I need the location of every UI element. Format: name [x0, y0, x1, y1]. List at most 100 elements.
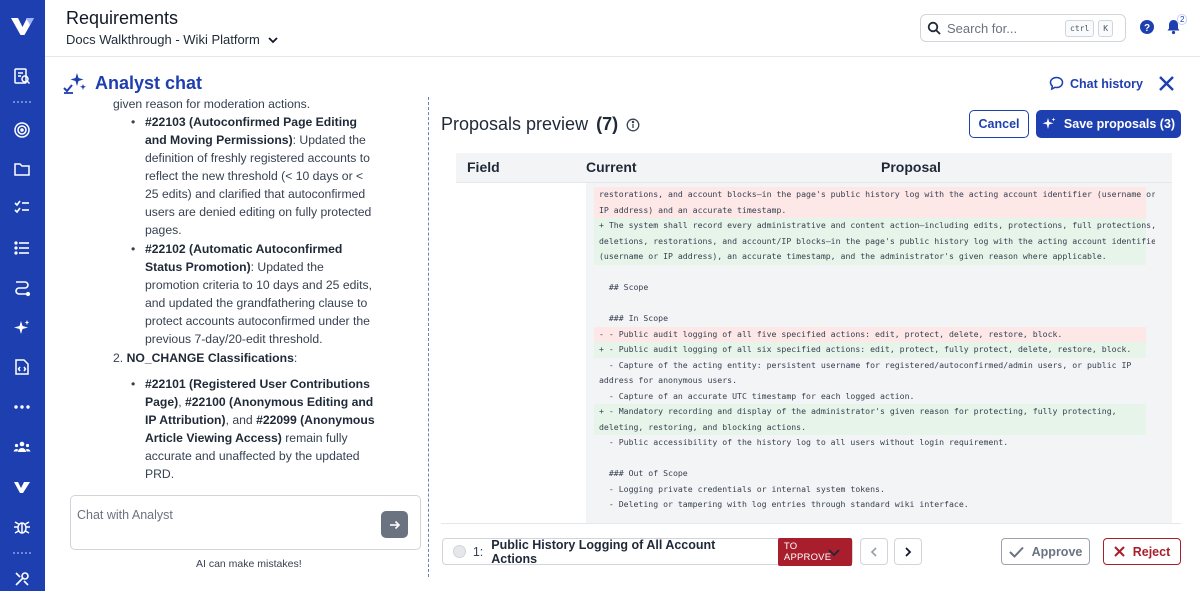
- breadcrumb: Docs Walkthrough - Wiki Platform: [66, 32, 260, 47]
- bullet: •: [131, 242, 136, 256]
- diff-line: - Deleting or tampering with log entries…: [599, 499, 969, 509]
- list-item: • #22101 (Registered User Contributions …: [131, 377, 375, 481]
- chevron-right-icon: [905, 546, 912, 557]
- next-proposal-button[interactable]: [894, 538, 922, 565]
- chat-history-label: Chat history: [1070, 76, 1143, 91]
- save-proposals-label: Save proposals (3): [1063, 117, 1176, 131]
- brand-logo-icon[interactable]: [9, 12, 36, 39]
- diff-line: - Capture of an accurate UTC timestamp f…: [599, 390, 915, 401]
- diff-line: - Logging private credentials or interna…: [599, 483, 885, 494]
- info-icon[interactable]: [626, 118, 640, 132]
- top-bar: Requirements Docs Walkthrough - Wiki Pla…: [45, 0, 1200, 57]
- brand-mark-icon[interactable]: [12, 477, 32, 497]
- notifications-button[interactable]: 2: [1165, 14, 1188, 40]
- target-icon[interactable]: [12, 120, 32, 140]
- more-icon[interactable]: [12, 397, 32, 417]
- chevron-down-icon[interactable]: [826, 544, 842, 560]
- bug-icon[interactable]: [12, 517, 32, 537]
- scrollbar[interactable]: [1155, 183, 1172, 523]
- table-header: Field Current Proposal: [456, 153, 1172, 183]
- message-line: given reason for moderation actions.: [113, 97, 311, 111]
- tools-icon[interactable]: [12, 569, 32, 589]
- analyst-sparkle-icon: [63, 73, 86, 94]
- column-header-proposal: Proposal: [881, 159, 941, 175]
- diff-line: address for anonymous users.: [599, 375, 738, 385]
- approve-button[interactable]: Approve: [1001, 538, 1090, 565]
- diff-line: ### In Scope: [599, 313, 669, 323]
- flow-icon[interactable]: [12, 278, 32, 298]
- list-item: • #22102 (Automatic Autoconfirmed Status…: [131, 242, 372, 346]
- check-icon: [1008, 546, 1024, 558]
- chat-input-placeholder: Chat with Analyst: [77, 508, 173, 522]
- sparkle-icon[interactable]: [12, 318, 32, 338]
- diff-line-added: + - Public audit logging of all six spec…: [594, 342, 1146, 358]
- ai-disclaimer: AI can make mistakes!: [196, 558, 302, 570]
- proposal-diff: restorations, and account blocks—in the …: [586, 183, 1156, 523]
- shortcut-k-key: K: [1098, 19, 1114, 37]
- diff-line-removed: restorations, and account blocks—in the …: [594, 187, 1156, 203]
- folder-icon[interactable]: [12, 159, 32, 179]
- list-icon[interactable]: [12, 238, 32, 258]
- search-box[interactable]: ctrl K: [920, 14, 1126, 42]
- chevron-down-icon: [268, 36, 278, 43]
- project-switcher[interactable]: Docs Walkthrough - Wiki Platform: [66, 32, 280, 47]
- status-dot: [453, 545, 466, 558]
- chat-message: given reason for moderation actions. • #…: [113, 95, 423, 487]
- table-divider: [441, 523, 1181, 524]
- proposal-name: Public History Logging of All Account Ac…: [491, 537, 716, 566]
- approve-label: Approve: [1031, 544, 1083, 559]
- diff-line-added: + The system shall record every administ…: [594, 218, 1156, 234]
- document-search-icon[interactable]: [12, 66, 32, 86]
- close-icon: [1114, 546, 1125, 557]
- bullet: •: [131, 377, 136, 391]
- shortcut-ctrl-key: ctrl: [1065, 19, 1095, 37]
- proposals-title: Proposals preview (7): [441, 114, 640, 135]
- column-header-current: Current: [586, 159, 637, 175]
- cancel-button[interactable]: Cancel: [969, 110, 1029, 138]
- left-rail: [0, 0, 45, 591]
- diff-line-added: + - Mandatory recording and display of t…: [594, 404, 1146, 420]
- list-item: • #22103 (Autoconfirmed Page Editing and…: [131, 115, 372, 237]
- chat-input[interactable]: Chat with Analyst: [70, 495, 421, 550]
- proposals-count: (7): [596, 114, 619, 134]
- list-heading: 2. NO_CHANGE Classifications:: [113, 351, 298, 365]
- chat-bubble-icon: [1049, 76, 1064, 91]
- svg-text:?: ?: [1144, 23, 1150, 34]
- diff-line-removed: IP address) and an accurate timestamp.: [594, 202, 1146, 218]
- notification-count-badge: 2: [1177, 14, 1188, 25]
- diff-line-added: deleting, restoring, and blocking action…: [594, 419, 1146, 435]
- diff-line-removed: - - Public audit logging of all five spe…: [594, 326, 1146, 342]
- diff-line-added: (username or IP address), an accurate ti…: [594, 249, 1146, 265]
- rail-divider-bottom: [13, 552, 31, 554]
- search-input[interactable]: [947, 20, 1065, 36]
- reject-button[interactable]: Reject: [1103, 538, 1181, 565]
- send-button[interactable]: [381, 511, 408, 538]
- panel-divider[interactable]: [428, 97, 429, 577]
- close-icon[interactable]: [1157, 74, 1176, 98]
- sparkle-icon: [1042, 117, 1056, 129]
- diff-line: ### Out of Scope: [599, 468, 688, 478]
- help-icon[interactable]: ?: [1139, 19, 1155, 40]
- diff-line: - Capture of the acting entity: persiste…: [599, 359, 1132, 370]
- team-icon[interactable]: [12, 437, 32, 457]
- search-icon: [927, 21, 941, 35]
- rail-divider: [13, 101, 31, 103]
- chat-history-button[interactable]: Chat history: [1049, 76, 1143, 91]
- diff-line-added: deletions, restorations, and account/IP …: [594, 233, 1156, 249]
- file-code-icon[interactable]: [12, 357, 32, 377]
- save-proposals-button[interactable]: Save proposals (3): [1036, 110, 1181, 138]
- proposal-selector[interactable]: 1: Public History Logging of All Account…: [442, 537, 853, 566]
- chat-header: Analyst chat: [63, 72, 202, 94]
- page-title: Requirements: [66, 8, 179, 28]
- diff-line: - Public accessibility of the history lo…: [599, 437, 1009, 447]
- checklist-icon[interactable]: [12, 198, 32, 218]
- previous-proposal-button[interactable]: [860, 538, 888, 565]
- proposal-number: 1:: [472, 544, 484, 559]
- chat-title: Analyst chat: [95, 72, 203, 93]
- chevron-left-icon: [870, 546, 877, 557]
- diff-line: ## Scope: [599, 282, 649, 292]
- arrow-right-icon: [389, 520, 400, 529]
- bullet: •: [131, 115, 136, 129]
- reject-label: Reject: [1132, 544, 1171, 559]
- column-header-field: Field: [467, 159, 500, 175]
